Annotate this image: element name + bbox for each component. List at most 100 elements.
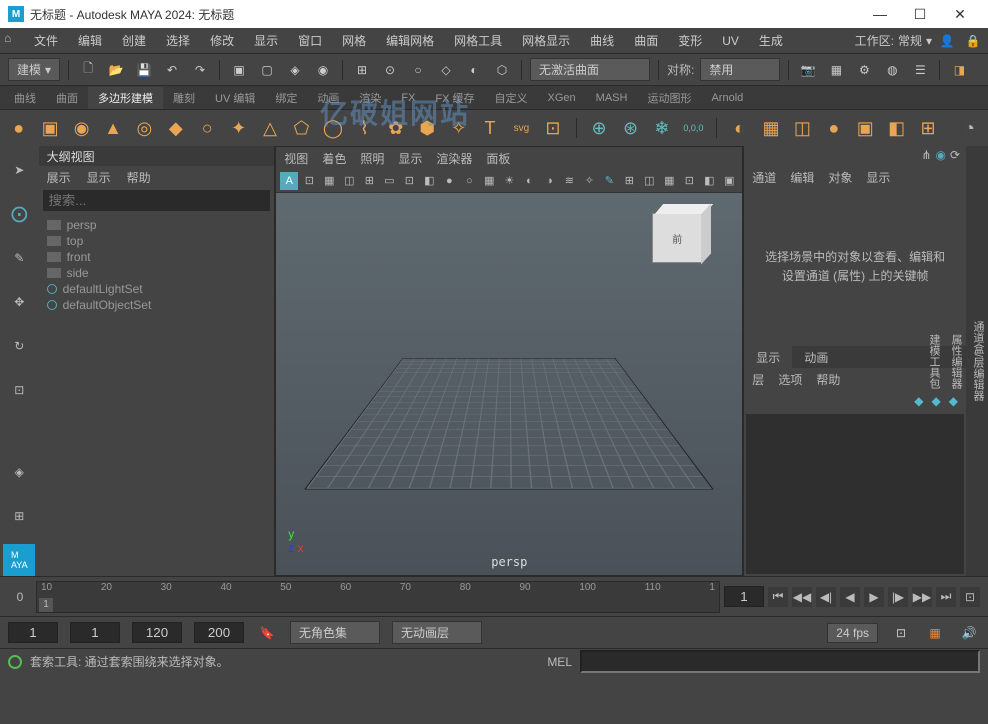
shelf-tab-custom[interactable]: 自定义 [485,87,538,109]
vp-grid-icon[interactable]: ⊞ [360,172,378,190]
rotate-tool-icon[interactable]: ↻ [3,330,35,362]
vp-light-icon[interactable]: ☀ [500,172,518,190]
charset-dropdown[interactable]: 无角色集 [290,621,380,644]
menu-display[interactable]: 显示 [244,32,288,49]
maximize-button[interactable]: ☐ [900,6,940,23]
vp-iso4-icon[interactable]: ⊡ [680,172,698,190]
shelf-more-icon[interactable]: ◔ [959,114,980,142]
shelf-tab-anim[interactable]: 动画 [307,87,349,109]
layer-menu-options[interactable]: 选项 [778,371,802,388]
mel-input[interactable] [580,650,980,673]
outliner-menu-display[interactable]: 展示 [47,169,71,186]
shelf-tab-fx[interactable]: FX [391,89,425,107]
vp-shade-icon[interactable]: ● [440,172,458,190]
menu-deform[interactable]: 变形 [668,32,712,49]
save-scene-icon[interactable]: 💾 [133,59,155,81]
menu-generate[interactable]: 生成 [749,32,793,49]
shelf-tab-fxcache[interactable]: FX 缓存 [425,87,484,109]
ch-menu-edit[interactable]: 编辑 [790,169,814,186]
playblast-icon[interactable]: ▦ [924,622,946,644]
step-fwd-icon[interactable]: ▶▶ [912,587,932,607]
shelf-tab-polymodel[interactable]: 多边形建模 [88,87,163,109]
hypershade-icon[interactable]: ◍ [881,59,903,81]
snap-live-icon[interactable]: ◐ [463,59,485,81]
time-current[interactable]: 1 [39,598,53,612]
vp-tex-icon[interactable]: ▦ [480,172,498,190]
select-hierarchy-icon[interactable]: ▣ [228,59,250,81]
menu-surface[interactable]: 曲面 [624,32,668,49]
vp-motion-icon[interactable]: ≋ [560,172,578,190]
vp-menu-shading[interactable]: 着色 [322,150,346,167]
freeze-icon[interactable]: ❄ [651,114,672,142]
select-tool-icon[interactable]: ➤ [3,154,35,186]
snap-plane-icon[interactable]: ◇ [435,59,457,81]
vp-menu-lighting[interactable]: 照明 [360,150,384,167]
vp-2d-icon[interactable]: ◫ [340,172,358,190]
vp-select-cam-icon[interactable]: A [280,172,298,190]
undo-icon[interactable]: ↶ [161,59,183,81]
shelf-tab-sculpt[interactable]: 雕刻 [163,87,205,109]
shelf-tab-arnold[interactable]: Arnold [701,89,753,107]
play-back-icon[interactable]: ◀ [840,587,860,607]
snap-grid-icon[interactable]: ⊞ [351,59,373,81]
svg-icon[interactable]: svg [511,114,532,142]
snap-toggle-icon[interactable]: ⬡ [491,59,513,81]
shelf-tab-rig[interactable]: 绑定 [265,87,307,109]
key-fwd-icon[interactable]: |▶ [888,587,908,607]
menu-editmesh[interactable]: 编辑网格 [376,32,444,49]
select-component-icon[interactable]: ◈ [284,59,306,81]
view-cube[interactable]: 前 [652,213,712,273]
outliner-menu-show[interactable]: 显示 [87,169,111,186]
sets-icon[interactable]: ⊛ [620,114,641,142]
home-icon[interactable]: ⌂ [4,31,24,51]
go-end-icon[interactable]: ⏭ [936,587,956,607]
poly-soccer-icon[interactable]: ⬢ [416,114,437,142]
menu-modify[interactable]: 修改 [200,32,244,49]
vp-menu-view[interactable]: 视图 [284,150,308,167]
range-out-input[interactable] [132,622,182,643]
snap-point-icon[interactable]: ○ [407,59,429,81]
prefs-icon[interactable]: ⊡ [890,622,912,644]
menu-window[interactable]: 窗口 [288,32,332,49]
shelf-tab-surface[interactable]: 曲面 [46,87,88,109]
vp-menu-panels[interactable]: 面板 [486,150,510,167]
menu-edit[interactable]: 编辑 [68,32,112,49]
outliner-item-front[interactable]: front [47,249,267,265]
outliner-menu-help[interactable]: 帮助 [127,169,151,186]
minimize-button[interactable]: — [860,6,900,22]
toggle-panel-icon[interactable]: ◨ [948,59,970,81]
outliner-search[interactable] [43,190,271,211]
range-start-input[interactable] [8,622,58,643]
shelf-tab-motion[interactable]: 运动图形 [637,87,701,109]
ipr-icon[interactable]: ▦ [825,59,847,81]
vp-gate-icon[interactable]: ⊡ [400,172,418,190]
combine-icon[interactable]: ▦ [760,114,781,142]
poly-type-icon[interactable]: T [479,114,500,142]
poly-sphere-icon[interactable]: ● [8,114,29,142]
rtab-attr[interactable]: 属性编辑器 [946,326,966,397]
vp-iso5-icon[interactable]: ◧ [700,172,718,190]
layout-four-icon[interactable]: ⊞ [3,500,35,532]
vp-iso6-icon[interactable]: ▣ [720,172,738,190]
layout-single-icon[interactable]: ◈ [3,456,35,488]
audio-icon[interactable]: 🔊 [958,622,980,644]
poly-plane-icon[interactable]: ◆ [165,114,186,142]
select-mask-icon[interactable]: ◉ [312,59,334,81]
paint-tool-icon[interactable]: ✎ [3,242,35,274]
autokey-icon[interactable]: 🔖 [256,622,278,644]
outliner-item-objectset[interactable]: defaultObjectSet [47,297,267,313]
shelf-tab-curve[interactable]: 曲线 [4,87,46,109]
poly-cylinder-icon[interactable]: ◉ [71,114,92,142]
workspace-selector[interactable]: 工作区:常规▾ [855,32,932,49]
play-fwd-icon[interactable]: ▶ [864,587,884,607]
select-object-icon[interactable]: ▢ [256,59,278,81]
menu-curve[interactable]: 曲线 [580,32,624,49]
separate-icon[interactable]: ◫ [792,114,813,142]
vp-aa-icon[interactable]: ✧ [580,172,598,190]
menu-create[interactable]: 创建 [112,32,156,49]
open-scene-icon[interactable]: 📂 [105,59,127,81]
bevel-icon[interactable]: ◧ [886,114,907,142]
poly-cone-icon[interactable]: ▲ [102,114,123,142]
new-scene-icon[interactable]: 🗋 [77,59,99,81]
menu-meshtools[interactable]: 网格工具 [444,32,512,49]
